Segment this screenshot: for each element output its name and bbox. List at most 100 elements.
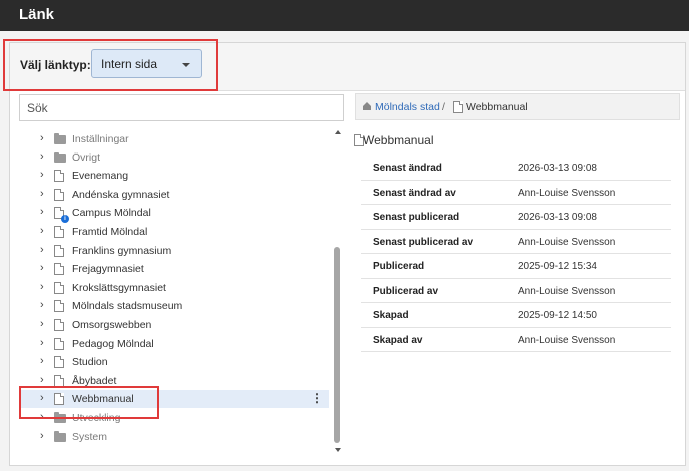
chevron-right-icon[interactable]: › (40, 169, 44, 181)
tree-item[interactable]: › Omsorgswebben (19, 316, 329, 334)
tree-item[interactable]: › Mölndals stadsmuseum (19, 297, 329, 315)
tree-item[interactable]: › Evenemang (19, 167, 329, 185)
info-value: 2025-09-12 15:34 (518, 261, 597, 272)
tree-item[interactable]: › Krokslättsgymnasiet (19, 279, 329, 297)
info-key: Senast publicerad (373, 212, 460, 223)
document-icon (54, 337, 64, 350)
chevron-right-icon[interactable]: › (40, 299, 44, 311)
scroll-down-icon[interactable] (335, 448, 341, 452)
tree-item-label: Åbybadet (72, 374, 117, 387)
chevron-right-icon[interactable]: › (40, 374, 44, 386)
breadcrumb-separator: / (442, 101, 445, 113)
tree-item-label: Frejagymnasiet (72, 263, 144, 276)
info-value: 2025-09-12 14:50 (518, 310, 597, 321)
folder-icon (54, 133, 66, 144)
folder-icon (54, 430, 66, 442)
info-row: Senast publicerad 2026-03-13 09:08 (361, 205, 671, 230)
document-icon (54, 263, 64, 276)
chevron-right-icon[interactable]: › (40, 244, 44, 256)
document-icon (54, 244, 64, 257)
breadcrumb-current: Webbmanual (466, 101, 528, 113)
info-row: Publicerad 2025-09-12 15:34 (361, 254, 671, 279)
window-title: Länk (19, 6, 55, 23)
tree-item-label: Pedagog Mölndal (72, 337, 154, 350)
info-value: Ann-Louise Svensson (518, 187, 616, 199)
document-icon (54, 374, 64, 387)
tree-scrollbar[interactable] (333, 130, 344, 452)
tree-item-label: Campus Mölndal (72, 207, 151, 220)
document-icon (54, 356, 64, 369)
document-icon (54, 319, 64, 331)
title-bar: Länk (0, 0, 689, 31)
document-icon (54, 188, 64, 201)
info-key: Skapad av (373, 334, 423, 346)
info-row: Senast ändrad 2026-03-13 09:08 (361, 156, 671, 181)
tree-item[interactable]: › Andénska gymnasiet (19, 186, 329, 204)
document-icon (54, 170, 64, 183)
info-key: Senast publicerad av (373, 236, 474, 248)
tree-item-label: Mölndals stadsmuseum (72, 300, 183, 313)
document-icon (54, 300, 64, 313)
tree-item-label: Övrigt (72, 151, 101, 164)
chevron-right-icon[interactable]: › (40, 281, 44, 293)
tree-item[interactable]: › Pedagog Mölndal (19, 335, 329, 353)
info-value: 2026-03-13 09:08 (518, 212, 597, 223)
chevron-right-icon[interactable]: › (40, 337, 44, 349)
search-box[interactable] (19, 94, 344, 121)
page-title: Webbmanual (363, 133, 434, 147)
document-info-icon: i (54, 207, 69, 224)
info-key: Publicerad (373, 261, 425, 272)
tree-item[interactable]: › Studion (19, 353, 329, 371)
breadcrumb-root-link[interactable]: Mölndals stad (375, 101, 440, 113)
tree-item-label: Krokslättsgymnasiet (72, 281, 166, 294)
chevron-right-icon[interactable]: › (40, 318, 44, 330)
chevron-right-icon[interactable]: › (40, 430, 44, 442)
highlight-link-type (3, 39, 218, 91)
more-options-icon[interactable]: ⋮ (311, 391, 323, 405)
info-row: Publicerad av Ann-Louise Svensson (361, 279, 671, 303)
info-value: Ann-Louise Svensson (518, 236, 616, 248)
info-row: Skapad 2025-09-12 14:50 (361, 303, 671, 328)
page-details: Mölndals stad / Webbmanual Webbmanual Se… (354, 93, 680, 453)
chevron-right-icon[interactable]: › (40, 151, 44, 163)
info-key: Senast ändrad av (373, 187, 456, 199)
folder-icon (54, 151, 66, 163)
scrollbar-thumb[interactable] (334, 247, 340, 443)
tree-item-label: Studion (72, 356, 108, 369)
chevron-right-icon[interactable]: › (40, 132, 44, 144)
tree-item-label: Omsorgswebben (72, 319, 152, 331)
info-value: Ann-Louise Svensson (518, 285, 616, 297)
info-row: Senast ändrad av Ann-Louise Svensson (361, 181, 671, 205)
tree-item-label: Inställningar (72, 133, 129, 145)
highlight-webbmanual (19, 386, 159, 419)
document-icon (54, 281, 64, 294)
chevron-right-icon[interactable]: › (40, 355, 44, 367)
tree-item[interactable]: › Inställningar (19, 130, 329, 148)
tree-item[interactable]: › Övrigt (19, 149, 329, 167)
tree-item[interactable]: › System (19, 428, 329, 446)
tree-item[interactable]: › Framtid Mölndal (19, 223, 329, 241)
breadcrumb: Mölndals stad / Webbmanual (355, 93, 680, 120)
tree-item[interactable]: › i Campus Mölndal (19, 204, 329, 224)
tree-item[interactable]: › Frejagymnasiet (19, 260, 329, 278)
tree-item-label: Evenemang (72, 170, 129, 183)
home-icon (363, 102, 371, 110)
info-value: 2026-03-13 09:08 (518, 163, 597, 174)
document-icon (54, 226, 64, 238)
chevron-right-icon[interactable]: › (40, 188, 44, 200)
tree-item-label: Andénska gymnasiet (72, 188, 170, 201)
chevron-right-icon[interactable]: › (40, 225, 44, 237)
search-input[interactable] (20, 95, 343, 120)
chevron-right-icon[interactable]: › (40, 206, 44, 218)
tree-item[interactable]: › Franklins gymnasium (19, 242, 329, 260)
document-icon (453, 101, 463, 113)
info-key: Skapad (373, 310, 409, 321)
tree-item-label: Framtid Mölndal (72, 226, 148, 238)
chevron-right-icon[interactable]: › (40, 262, 44, 274)
info-table: Senast ändrad 2026-03-13 09:08 Senast ändr… (361, 156, 671, 352)
info-key: Publicerad av (373, 285, 439, 297)
tree-item-label: Franklins gymnasium (72, 244, 172, 257)
scroll-up-icon[interactable] (335, 130, 341, 134)
tree-item-label: System (72, 430, 108, 443)
info-row: Skapad av Ann-Louise Svensson (361, 328, 671, 352)
